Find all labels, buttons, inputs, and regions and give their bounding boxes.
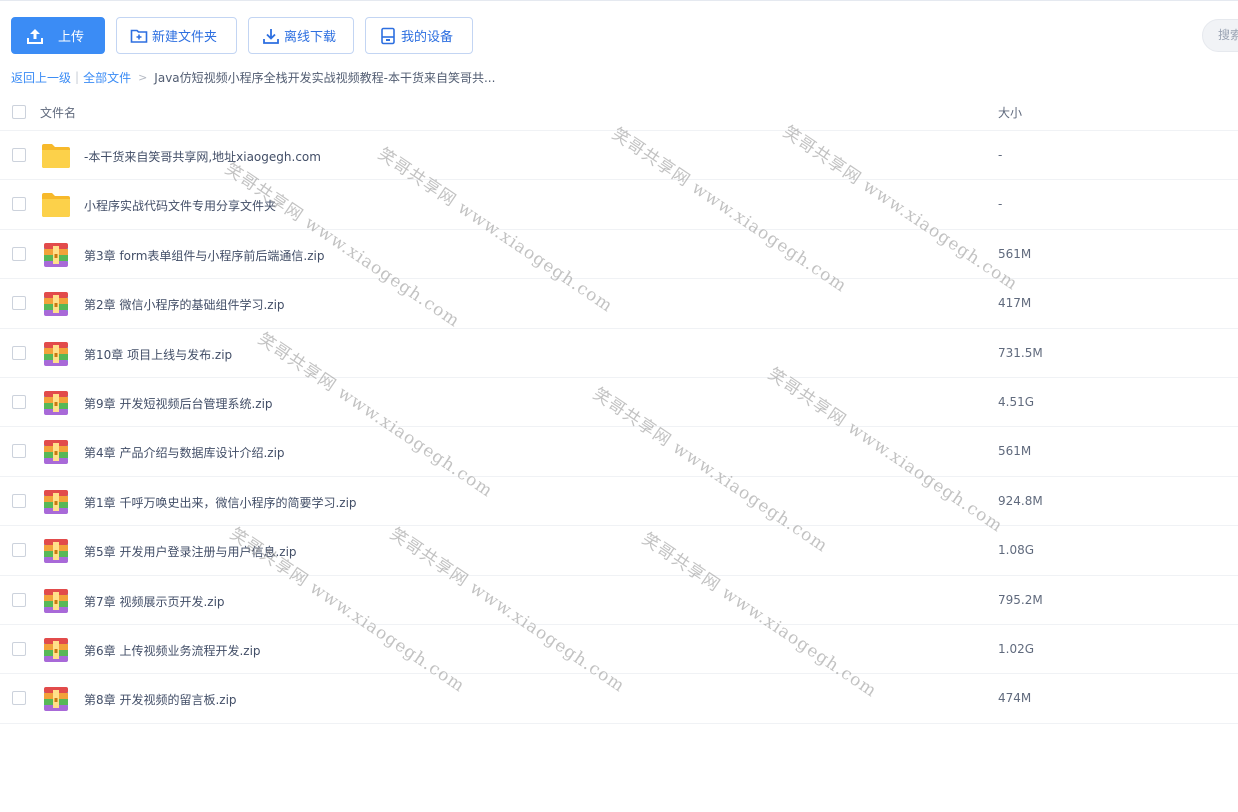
file-size: 474M (998, 691, 1032, 706)
row-checkbox[interactable] (12, 493, 26, 508)
file-size: 4.51G (998, 394, 1035, 409)
file-name[interactable]: 第9章 开发短视频后台管理系统.zip (84, 395, 273, 412)
zip-archive-icon (41, 341, 71, 367)
upload-label: 上传 (58, 30, 85, 45)
column-header-size[interactable]: 大小 (998, 104, 1022, 121)
table-row[interactable]: -本干货来自笑哥共享网,地址xiaogegh.com - (0, 131, 1238, 181)
zip-archive-icon (41, 439, 71, 465)
table-row[interactable]: 第5章 开发用户登录注册与用户信息.zip 1.08G (0, 526, 1238, 576)
search-input[interactable]: 搜索 (1202, 19, 1238, 52)
offline-download-label: 离线下载 (284, 30, 337, 45)
zip-archive-icon (41, 588, 71, 614)
table-row[interactable]: 第2章 微信小程序的基础组件学习.zip 417M (0, 279, 1238, 329)
breadcrumb: 返回上一级 | 全部文件 > Java仿短视频小程序全栈开发实战视频教程-本干货… (11, 69, 495, 85)
table-row[interactable]: 第6章 上传视频业务流程开发.zip 1.02G (0, 625, 1238, 675)
file-size: 795.2M (998, 592, 1043, 607)
device-icon (379, 27, 397, 45)
upload-icon (26, 27, 44, 45)
my-devices-label: 我的设备 (401, 30, 454, 45)
zip-archive-icon (41, 242, 71, 268)
zip-archive-icon (41, 489, 71, 515)
search-placeholder: 搜索 (1218, 28, 1238, 42)
file-size: 731.5M (998, 345, 1043, 360)
zip-archive-icon (41, 637, 71, 663)
file-name[interactable]: 第5章 开发用户登录注册与用户信息.zip (84, 543, 297, 560)
file-name[interactable]: 第2章 微信小程序的基础组件学习.zip (84, 296, 285, 313)
file-name[interactable]: 第7章 视频展示页开发.zip (84, 593, 225, 610)
row-checkbox[interactable] (12, 394, 26, 409)
toolbar: 上传 新建文件夹 离线下载 我的设备 (11, 17, 473, 54)
row-checkbox[interactable] (12, 543, 26, 558)
file-size: 417M (998, 296, 1032, 311)
file-name[interactable]: 第3章 form表单组件与小程序前后端通信.zip (84, 247, 325, 264)
file-size: 1.02G (998, 641, 1035, 656)
row-checkbox[interactable] (12, 691, 26, 706)
row-checkbox[interactable] (12, 345, 26, 360)
breadcrumb-current: Java仿短视频小程序全栈开发实战视频教程-本干货来自笑哥共... (154, 70, 496, 85)
table-row[interactable]: 第10章 项目上线与发布.zip 731.5M (0, 329, 1238, 378)
row-checkbox[interactable] (12, 296, 26, 311)
table-row[interactable]: 小程序实战代码文件专用分享文件夹 - (0, 180, 1238, 230)
folder-icon (41, 192, 71, 218)
file-name[interactable]: 第6章 上传视频业务流程开发.zip (84, 642, 261, 659)
row-checkbox[interactable] (12, 444, 26, 459)
file-size: 561M (998, 246, 1032, 261)
zip-archive-icon (41, 390, 71, 416)
upload-button[interactable]: 上传 (11, 17, 105, 54)
table-row[interactable]: 第9章 开发短视频后台管理系统.zip 4.51G (0, 378, 1238, 428)
chevron-right-icon: > (138, 70, 148, 84)
back-link[interactable]: 返回上一级 (11, 69, 71, 86)
offline-download-button[interactable]: 离线下载 (248, 17, 354, 54)
new-folder-label: 新建文件夹 (152, 30, 218, 45)
row-checkbox[interactable] (12, 246, 26, 261)
row-checkbox[interactable] (12, 197, 26, 212)
table-row[interactable]: 第4章 产品介绍与数据库设计介绍.zip 561M (0, 427, 1238, 477)
file-list: -本干货来自笑哥共享网,地址xiaogegh.com - 小程序实战代码文件专用分享… (0, 131, 1238, 724)
file-size: 924.8M (998, 493, 1043, 508)
column-header-name[interactable]: 文件名 (40, 104, 76, 121)
file-size: 561M (998, 444, 1032, 459)
my-devices-button[interactable]: 我的设备 (365, 17, 473, 54)
all-files-link[interactable]: 全部文件 (83, 69, 131, 86)
table-row[interactable]: 第7章 视频展示页开发.zip 795.2M (0, 576, 1238, 625)
file-size: 1.08G (998, 543, 1035, 558)
file-name[interactable]: 第4章 产品介绍与数据库设计介绍.zip (84, 444, 285, 461)
folder-icon (41, 143, 71, 169)
new-folder-button[interactable]: 新建文件夹 (116, 17, 237, 54)
table-row[interactable]: 第3章 form表单组件与小程序前后端通信.zip 561M (0, 230, 1238, 280)
file-size: - (998, 197, 1003, 212)
download-icon (262, 27, 280, 45)
file-name[interactable]: 第8章 开发视频的留言板.zip (84, 691, 237, 708)
breadcrumb-separator: | (75, 70, 80, 84)
table-header: 文件名 大小 (0, 96, 1238, 131)
select-all-checkbox[interactable] (12, 105, 26, 119)
row-checkbox[interactable] (12, 641, 26, 656)
file-name[interactable]: -本干货来自笑哥共享网,地址xiaogegh.com (84, 148, 321, 165)
row-checkbox[interactable] (12, 592, 26, 607)
zip-archive-icon (41, 538, 71, 564)
file-name[interactable]: 第10章 项目上线与发布.zip (84, 346, 232, 363)
table-row[interactable]: 第8章 开发视频的留言板.zip 474M (0, 674, 1238, 724)
table-row[interactable]: 第1章 千呼万唤史出来，微信小程序的简要学习.zip 924.8M (0, 477, 1238, 527)
zip-archive-icon (41, 686, 71, 712)
zip-archive-icon (41, 291, 71, 317)
top-divider (0, 0, 1238, 1)
file-size: - (998, 148, 1003, 162)
row-checkbox[interactable] (12, 148, 26, 162)
new-folder-icon (130, 27, 148, 45)
file-name[interactable]: 小程序实战代码文件专用分享文件夹 (84, 197, 276, 214)
file-name[interactable]: 第1章 千呼万唤史出来，微信小程序的简要学习.zip (84, 494, 357, 511)
